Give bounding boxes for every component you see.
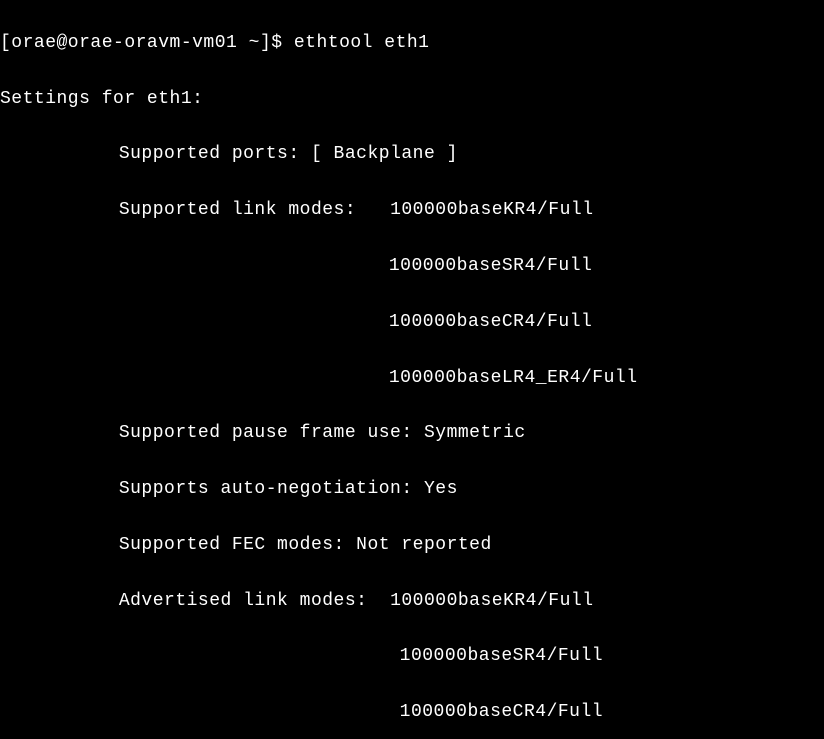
advertised-link-mode-0: 100000baseKR4/Full	[390, 591, 593, 611]
command-text: ethtool eth1	[294, 33, 430, 53]
supported-link-mode-0: 100000baseKR4/Full	[390, 200, 593, 220]
supported-link-mode-2: 100000baseCR4/Full	[0, 309, 824, 337]
supported-fec-label: Supported FEC modes:	[119, 535, 356, 555]
supported-ports-label: Supported ports:	[119, 144, 311, 164]
shell-prompt: [orae@orae-oravm-vm01 ~]$	[0, 33, 294, 53]
advertised-link-mode-2: 100000baseCR4/Full	[0, 699, 824, 727]
supports-autoneg-value: Yes	[424, 479, 458, 499]
supported-fec-value: Not reported	[356, 535, 492, 555]
supports-autoneg-label: Supports auto-negotiation:	[119, 479, 424, 499]
supported-pause-label: Supported pause frame use:	[119, 423, 424, 443]
advertised-link-mode-1: 100000baseSR4/Full	[0, 643, 824, 671]
supported-link-modes-label: Supported link modes:	[119, 200, 390, 220]
supported-ports-value: [ Backplane ]	[311, 144, 458, 164]
supported-pause-value: Symmetric	[424, 423, 526, 443]
settings-header: Settings for eth1:	[0, 86, 824, 114]
supported-link-mode-1: 100000baseSR4/Full	[0, 253, 824, 281]
terminal-output[interactable]: [orae@orae-oravm-vm01 ~]$ ethtool eth1 S…	[0, 0, 824, 739]
supported-link-mode-3: 100000baseLR4_ER4/Full	[0, 365, 824, 393]
advertised-link-modes-label: Advertised link modes:	[119, 591, 390, 611]
